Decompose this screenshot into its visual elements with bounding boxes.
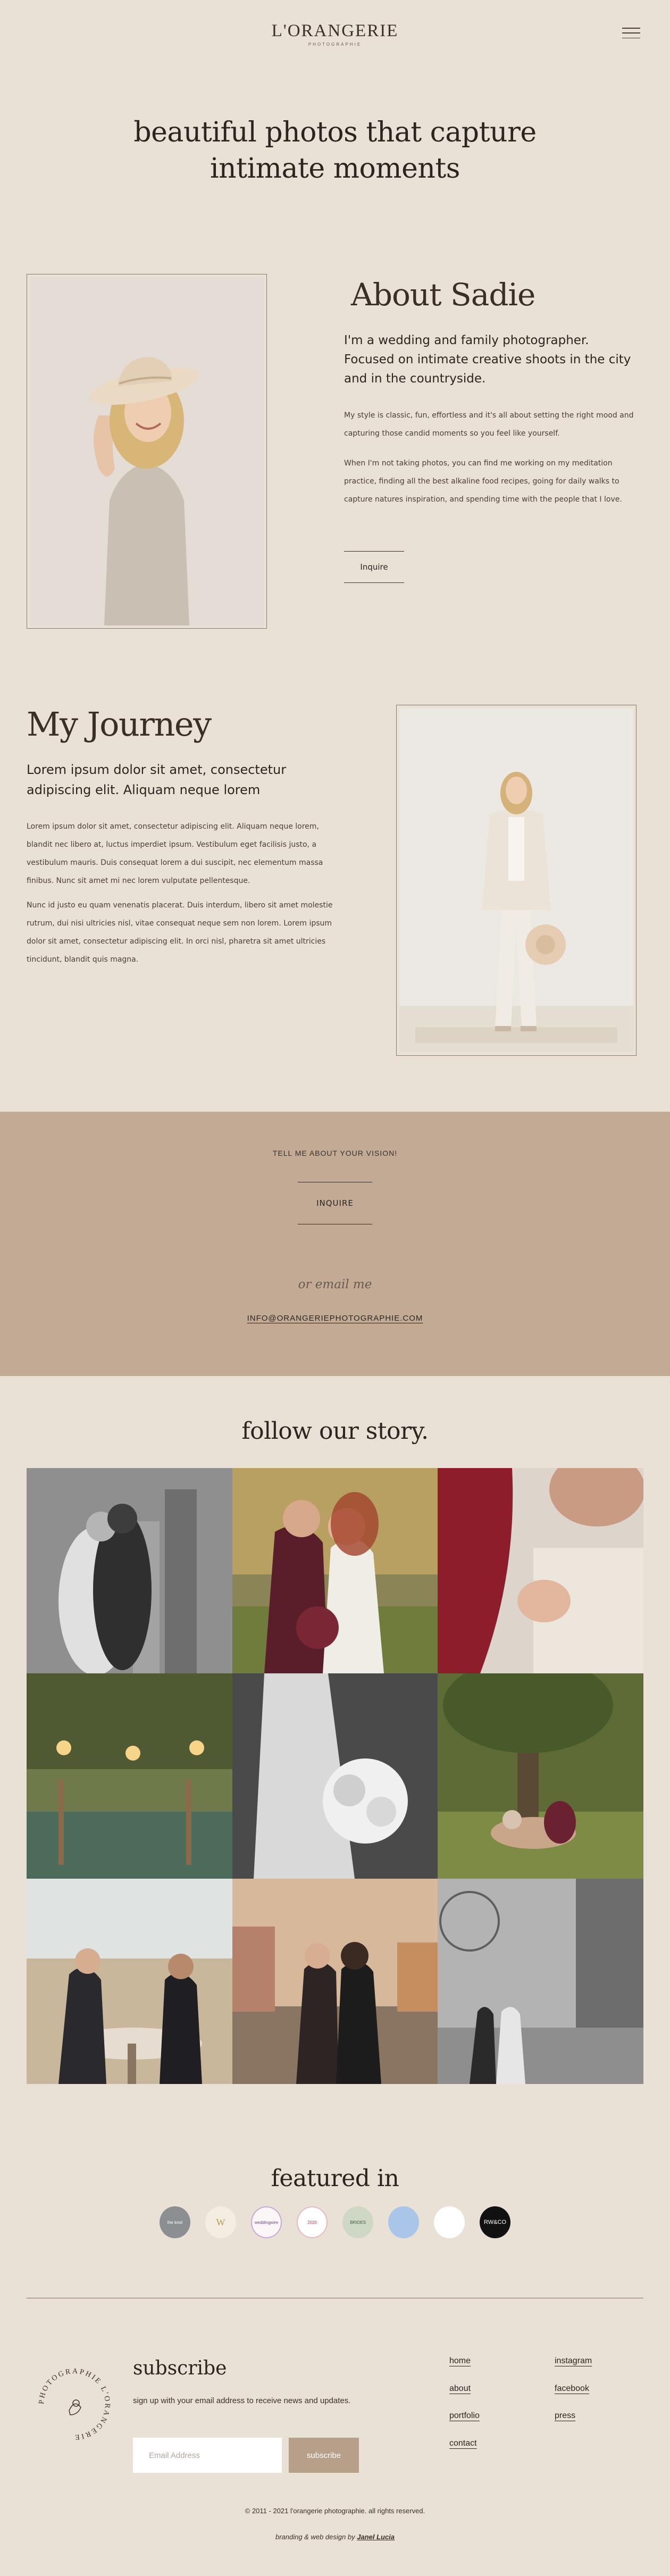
gallery-photo-3[interactable] [438,1468,643,1673]
journey-title: My Journey [27,705,212,744]
badge-rwco[interactable]: RW&CO [480,2206,511,2238]
journey-paragraph: Nunc id justo eu quam venenatis placerat… [27,901,333,964]
gallery-photo-6[interactable] [438,1673,643,1879]
about-paragraph: When I'm not taking photos, you can find… [344,459,622,504]
featured-title: featured in [271,2165,399,2192]
footer-link-about[interactable]: about [449,2384,471,2394]
journey-photo [396,705,636,1056]
subscribe-text: sign up with your email address to recei… [133,2396,351,2405]
badge-white[interactable] [434,2206,465,2238]
footer-link-portfolio[interactable]: portfolio [449,2411,480,2421]
about-inquire-button[interactable]: Inquire [344,551,404,583]
credit-prefix: branding & web design by [275,2533,355,2541]
gallery-photo-7[interactable] [27,1879,232,2084]
subscribe-button[interactable]: subscribe [289,2438,359,2473]
badge-weddingwire[interactable]: weddingwire [250,2206,282,2238]
about-lead: I'm a wedding and family photographer. F… [344,334,631,386]
credit-link[interactable]: Janel Lucia [357,2533,395,2541]
cta-or-email: or email me [298,1278,372,1291]
gallery-photo-1[interactable] [27,1468,232,1673]
footer-link-facebook[interactable]: facebook [555,2384,589,2394]
follow-title: follow our story. [241,1418,429,1445]
photographie-seal-logo: PHOTOGRAPHIE L'ORANGERIE [32,2362,117,2447]
footer-link-instagram[interactable]: instagram [555,2356,592,2366]
footer-link-home[interactable]: home [449,2356,471,2366]
gallery-photo-4[interactable] [27,1673,232,1879]
site-header: L'ORANGERIE PHOTOGRAPHIE [0,0,670,59]
cta-inquire-button[interactable]: INQUIRE [298,1182,372,1224]
subscribe-title: subscribe [133,2357,227,2379]
portrait-image [30,277,264,626]
gallery-photo-9[interactable] [438,1879,643,2084]
instagram-grid [27,1468,643,2084]
gallery-photo-2[interactable] [232,1468,438,1673]
journey-lead: Lorem ipsum dolor sit amet, consectetur … [27,762,287,797]
journey-paragraph: Lorem ipsum dolor sit amet, consectetur … [27,822,323,885]
hero-line-1: beautiful photos that capture [133,116,537,148]
badge-w[interactable]: W [205,2206,236,2238]
about-title: About Sadie [351,277,535,313]
logo-subtitle: PHOTOGRAPHIE [308,42,362,47]
email-link[interactable]: INFO@ORANGERIEPHOTOGRAPHIE.COM [247,1314,423,1323]
email-field[interactable] [133,2438,282,2473]
logo-wordmark: L'ORANGERIE [271,21,399,40]
hero-heading: beautiful photos that capture intimate m… [0,114,670,187]
badge-blue[interactable] [388,2206,420,2238]
design-credit: branding & web design by Janel Lucia [0,2533,670,2541]
hero-line-2: intimate moments [210,153,460,185]
press-badges: the knot W weddingwire 2020 BRIDES RW&CO [159,2206,511,2238]
badge-2020[interactable]: 2020 [297,2206,328,2238]
hamburger-menu-icon[interactable] [622,28,640,38]
footer-link-contact[interactable]: contact [449,2439,477,2448]
cta-label: TELL ME ABOUT YOUR VISION! [272,1149,398,1157]
badge-the-knot[interactable]: the knot [159,2206,190,2238]
standing-portrait-image [399,708,633,1053]
site-logo[interactable]: L'ORANGERIE PHOTOGRAPHIE [0,21,670,47]
about-photo [27,274,267,629]
copyright: © 2011 - 2021 l'orangerie photographie. … [245,2507,425,2515]
footer-link-press[interactable]: press [555,2411,575,2421]
about-paragraph: My style is classic, fun, effortless and… [344,411,634,438]
gallery-photo-5[interactable] [232,1673,438,1879]
gallery-photo-8[interactable] [232,1879,438,2084]
badge-brides[interactable]: BRIDES [342,2206,374,2238]
cta-email: INFO@ORANGERIEPHOTOGRAPHIE.COM [0,1314,670,1323]
